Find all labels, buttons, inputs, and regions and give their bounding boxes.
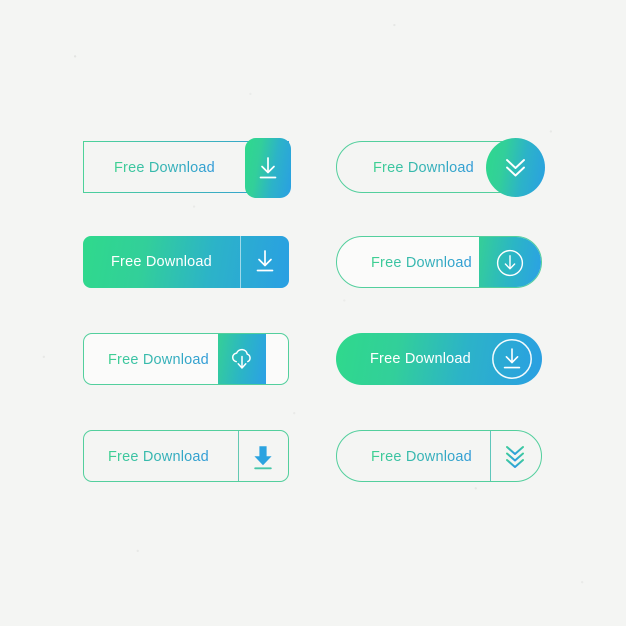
free-download-button-solid-arrow[interactable]: Free Download bbox=[83, 430, 289, 482]
solid-download-arrow-icon[interactable] bbox=[250, 444, 276, 471]
icon-divider bbox=[238, 431, 239, 481]
triple-chevron-down-icon[interactable] bbox=[500, 442, 530, 472]
free-download-button-pill-circle-chip[interactable]: Free Download bbox=[336, 138, 545, 197]
download-arrow-icon[interactable] bbox=[253, 249, 277, 275]
free-download-button-solid-pill[interactable]: Free Download bbox=[336, 333, 542, 385]
free-download-button-pill-gradient-cap[interactable]: Free Download bbox=[336, 236, 542, 288]
button-label: Free Download bbox=[111, 254, 212, 270]
free-download-button-pill-triple-chevron[interactable]: Free Download bbox=[336, 430, 542, 482]
circle-download-arrow-icon-container[interactable] bbox=[479, 237, 541, 287]
cloud-download-icon bbox=[231, 348, 251, 369]
download-arrow-icon-container[interactable] bbox=[245, 138, 291, 198]
double-chevron-down-icon-container[interactable] bbox=[486, 138, 545, 197]
icon-divider bbox=[490, 431, 491, 481]
button-label: Free Download bbox=[373, 160, 474, 176]
free-download-button-solid-rect[interactable]: Free Download bbox=[83, 236, 289, 288]
button-collection: Free Download Free Download Free Downloa… bbox=[0, 0, 626, 626]
icon-divider bbox=[240, 236, 241, 288]
free-download-button-cloud-block[interactable]: Free Download bbox=[83, 333, 289, 385]
button-label: Free Download bbox=[108, 352, 209, 368]
button-label: Free Download bbox=[114, 160, 215, 176]
button-label: Free Download bbox=[108, 449, 209, 465]
button-label: Free Download bbox=[370, 351, 471, 367]
double-chevron-down-icon bbox=[506, 159, 525, 177]
circle-download-arrow-icon[interactable] bbox=[491, 338, 533, 380]
free-download-button-outline-square-chip[interactable]: Free Download bbox=[83, 138, 291, 198]
circle-download-arrow-icon bbox=[496, 249, 524, 277]
download-arrow-icon bbox=[259, 157, 277, 179]
button-label: Free Download bbox=[371, 449, 472, 465]
button-label: Free Download bbox=[371, 255, 472, 271]
cloud-download-icon-container[interactable] bbox=[218, 334, 266, 384]
